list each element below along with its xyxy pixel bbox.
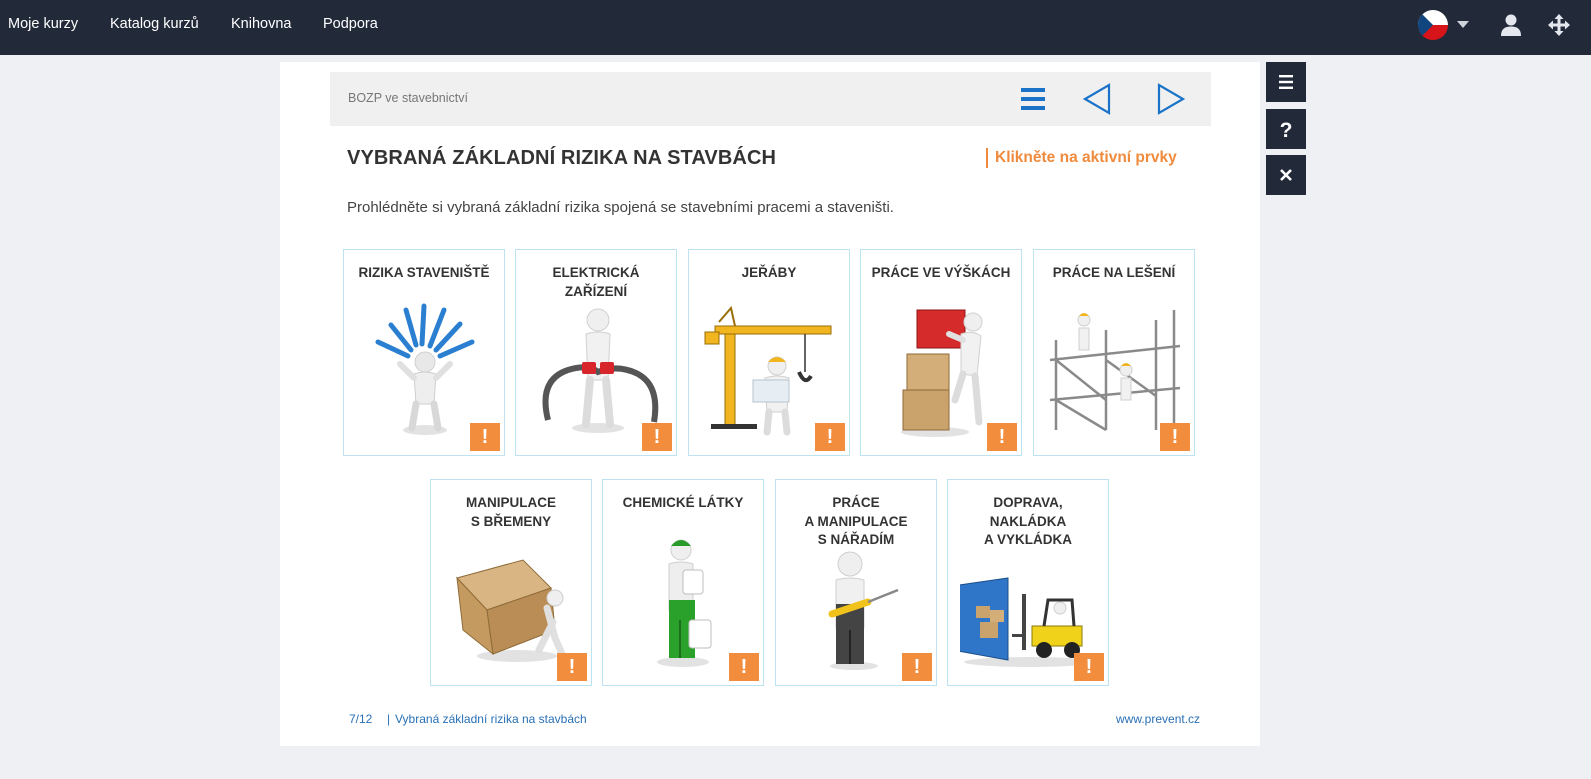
exclamation-icon[interactable]: ! [557,653,587,681]
box-carrier-illustration [456,559,567,662]
exclamation-icon[interactable]: ! [729,653,759,681]
card-chemicals[interactable]: CHEMICKÉ LÁTKY ! [602,479,764,686]
card-transport[interactable]: DOPRAVA, NAKLÁDKA A VYKLÁDKA ! [947,479,1109,686]
course-header-bar: BOZP ve stavebnictví [330,72,1211,126]
page-counter: 7/12 [349,712,373,726]
prev-arrow-icon[interactable] [1081,83,1115,115]
next-arrow-icon[interactable] [1153,83,1187,115]
card-tools[interactable]: PRÁCE A MANIPULACE S NÁŘADÍM ! [775,479,937,686]
stacked-boxes-illustration [901,309,983,437]
exclamation-icon[interactable]: ! [1074,653,1104,681]
card-label: CHEMICKÉ LÁTKY [622,495,744,510]
nav-link-support[interactable]: Podpora [323,16,378,32]
nav-link-my-courses[interactable]: Moje kurzy [8,16,78,32]
card-label: ELEKTRICKÁ ZAŘÍZENÍ [552,265,640,299]
arrows-figure-illustration [375,303,475,435]
exclamation-icon[interactable]: ! [470,423,500,451]
hint-text: Klikněte na aktivní prvky [995,149,1177,166]
card-electrical[interactable]: ELEKTRICKÁ ZAŘÍZENÍ ! [515,249,677,456]
crane-illustration [704,305,832,436]
footer-site-link[interactable]: www.prevent.cz [1116,712,1200,726]
card-cranes[interactable]: JEŘÁBY ! [688,249,850,456]
card-label: MANIPULACE S BŘEMENY [466,495,556,529]
exclamation-icon[interactable]: ! [902,653,932,681]
card-label: RIZIKA STAVENIŠTĚ [358,265,490,280]
nav-link-library[interactable]: Knihovna [231,16,291,32]
footer-chapter-link[interactable]: Vybraná základní rizika na stavbách [395,712,587,726]
exclamation-icon[interactable]: ! [642,423,672,451]
exclamation-icon[interactable]: ! [987,423,1017,451]
close-button[interactable] [1266,155,1306,195]
card-site-risks[interactable]: RIZIKA STAVENIŠTĚ ! [343,249,505,456]
side-menu-button[interactable] [1266,62,1306,102]
card-load-handling[interactable]: MANIPULACE S BŘEMENY ! [430,479,592,686]
worker-screwdriver-illustration [828,551,899,670]
move-icon[interactable] [1547,13,1571,37]
course-title: BOZP ve stavebnictví [348,91,468,105]
intro-text: Prohlédněte si vybraná základní rizika s… [347,199,894,216]
top-navigation-bar: Moje kurzy Katalog kurzů Knihovna Podpor… [0,0,1591,55]
footer-separator: | [387,712,391,726]
language-dropdown-caret-icon[interactable] [1457,21,1469,28]
scaffolding-illustration [1049,310,1181,432]
chemical-worker-illustration [657,539,712,667]
hint-divider [986,148,988,168]
electrician-cable-illustration [542,308,659,433]
card-label: JEŘÁBY [741,265,797,280]
card-label: PRÁCE VE VÝŠKÁCH [871,265,1011,280]
czech-flag-icon[interactable] [1418,10,1448,40]
user-icon[interactable] [1499,13,1523,37]
forklift-container-illustration [960,577,1096,667]
exclamation-icon[interactable]: ! [815,423,845,451]
close-icon [1280,169,1292,181]
card-work-at-height[interactable]: PRÁCE VE VÝŠKÁCH ! [860,249,1022,456]
svg-text:?: ? [1280,119,1293,142]
page-title: VYBRANÁ ZÁKLADNÍ RIZIKA NA STAVBÁCH [347,147,777,169]
menu-icon [1279,75,1293,89]
help-icon: ? [1280,119,1293,142]
card-label: PRÁCE NA LEŠENÍ [1052,265,1176,280]
menu-icon[interactable] [1016,83,1050,115]
exclamation-icon[interactable]: ! [1160,423,1190,451]
help-button[interactable]: ? [1266,109,1306,149]
card-scaffolding[interactable]: PRÁCE NA LEŠENÍ ! [1033,249,1195,456]
nav-link-course-catalog[interactable]: Katalog kurzů [110,16,199,32]
